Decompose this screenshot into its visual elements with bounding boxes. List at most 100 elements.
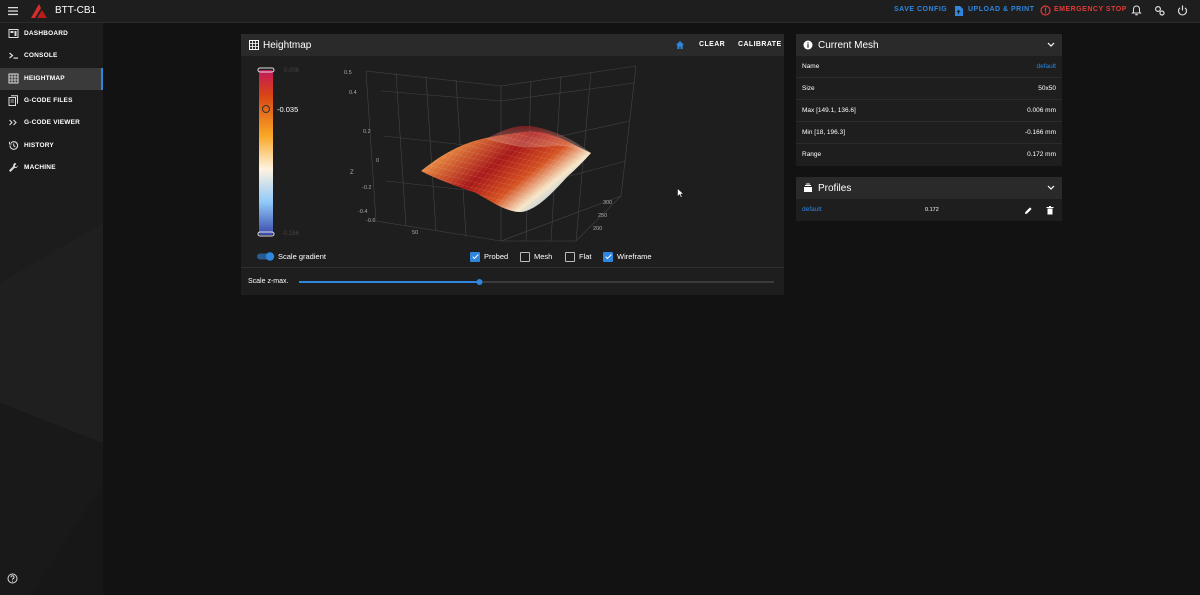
mesh-label: Mesh [534, 252, 553, 261]
save-config-button[interactable]: SAVE CONFIG [894, 6, 947, 13]
grid-icon [8, 73, 19, 84]
sidebar-item-label: HISTORY [24, 142, 54, 149]
profile-name-link[interactable]: default [802, 206, 822, 213]
mesh-name-link[interactable]: default [1036, 63, 1056, 70]
sidebar: DASHBOARD CONSOLE HEIGHTMAP G-CODE FILES… [0, 23, 103, 595]
heightmap-title: Heightmap [263, 40, 312, 51]
z-axis-tick-label: -0.4 [358, 209, 367, 215]
console-icon [9, 52, 18, 59]
home-icon[interactable] [675, 40, 685, 50]
files-icon [8, 95, 18, 106]
mesh-row-key: Min [18, 196.3] [802, 129, 845, 136]
mesh-checkbox[interactable] [520, 252, 530, 262]
y-axis-tick-label: 300 [603, 200, 612, 206]
calibrate-button[interactable]: CALIBRATE [738, 41, 782, 48]
printer-title: BTT-CB1 [55, 5, 97, 16]
sidebar-item-gcode-files[interactable]: G-CODE FILES [0, 90, 103, 112]
y-axis-tick-label: 250 [598, 213, 607, 219]
sidebar-item-label: G-CODE FILES [24, 97, 73, 104]
mesh-row-value: 0.172 mm [1027, 151, 1056, 158]
scale-gradient-label: Scale gradient [278, 252, 326, 261]
scale-gradient-toggle[interactable] [257, 252, 275, 261]
mesh-row-min: Min [18, 196.3] -0.166 mm [796, 122, 1062, 144]
x-axis-ticks: 50 [412, 230, 418, 236]
heightmap-3d-plot[interactable]: 0.5 0.4 0.2 0 -0.2 -0.4 -0.6 Z 300 250 200 50 [336, 61, 686, 251]
z-axis-tick-label: 0.4 [349, 90, 357, 96]
clear-button[interactable]: CLEAR [699, 41, 725, 48]
scale-zmax-slider[interactable] [299, 276, 774, 288]
gradient-min-label: -0.166 [282, 231, 300, 237]
edit-icon[interactable] [1024, 206, 1033, 215]
divider [241, 267, 784, 268]
mesh-row-range: Range 0.172 mm [796, 144, 1062, 165]
profiles-card: Profiles default 0.172 [796, 177, 1062, 221]
dashboard-icon [8, 29, 19, 38]
profiles-title: Profiles [818, 183, 852, 194]
help-icon[interactable] [7, 573, 18, 584]
menu-icon[interactable] [7, 5, 19, 17]
scale-zmax-label: Scale z-max. [248, 278, 289, 285]
sidebar-item-label: MACHINE [24, 164, 56, 171]
sidebar-item-gcode-viewer[interactable]: G-CODE VIEWER [0, 112, 103, 134]
info-icon [803, 40, 813, 50]
klipper-logo-icon [31, 4, 47, 18]
settings-icon[interactable] [1154, 5, 1165, 16]
sidebar-item-console[interactable]: CONSOLE [0, 45, 103, 67]
upload-print-button[interactable]: UPLOAD & PRINT [968, 6, 1035, 13]
wireframe-label: Wireframe [617, 252, 652, 261]
grid-icon [249, 40, 259, 50]
sidebar-item-label: HEIGHTMAP [24, 75, 65, 82]
emergency-stop-button[interactable]: EMERGENCY STOP [1054, 6, 1127, 13]
z-axis-tick-label: -0.6 [366, 218, 375, 224]
gradient-max-label: 0.006 [284, 68, 300, 74]
mesh-row-key: Name [802, 63, 820, 70]
current-mesh-title: Current Mesh [818, 40, 879, 51]
heightmap-card: Heightmap CLEAR CALIBRATE 0.006 -0.035 -… [241, 34, 784, 295]
mesh-wireframe [421, 131, 591, 212]
wireframe-checkbox[interactable] [603, 252, 613, 262]
sidebar-item-dashboard[interactable]: DASHBOARD [0, 23, 103, 45]
upload-icon [955, 6, 963, 16]
flat-checkbox[interactable] [565, 252, 575, 262]
app-bar: BTT-CB1 SAVE CONFIG UPLOAD & PRINT EMERG… [0, 0, 1200, 23]
sidebar-item-label: DASHBOARD [24, 30, 69, 37]
mesh-row-max: Max [149.1, 136.6] 0.006 mm [796, 100, 1062, 122]
z-axis-tick-label: 0.5 [344, 70, 352, 76]
mesh-row-key: Max [149.1, 136.6] [802, 107, 856, 114]
current-mesh-card: Current Mesh Name default Size 50x50 Max… [796, 34, 1062, 166]
mesh-row-key: Size [802, 85, 815, 92]
z-axis-tick-label: 0 [376, 158, 379, 164]
mesh-row-name: Name default [796, 56, 1062, 78]
delete-icon[interactable] [1046, 206, 1054, 215]
mesh-row-value: 50x50 [1038, 85, 1056, 92]
power-icon[interactable] [1177, 5, 1188, 16]
bell-icon[interactable] [1131, 5, 1142, 16]
mesh-row-value: -0.166 mm [1024, 129, 1056, 136]
z-axis-tick-label: -0.2 [362, 185, 371, 191]
sidebar-item-machine[interactable]: MACHINE [0, 157, 103, 179]
z-axis-label: Z [350, 170, 354, 176]
chevron-down-icon[interactable] [1047, 185, 1055, 191]
probed-checkbox[interactable] [470, 252, 480, 262]
y-axis-ticks: 300 250 200 [593, 200, 612, 232]
mouse-cursor-icon [677, 188, 684, 198]
profiles-header: Profiles [796, 177, 1062, 199]
z-axis-ticks: 0.5 0.4 0.2 0 -0.2 -0.4 -0.6 [344, 70, 379, 224]
sidebar-item-label: CONSOLE [24, 52, 58, 59]
current-mesh-header: Current Mesh [796, 34, 1062, 56]
y-axis-tick-label: 200 [593, 226, 602, 232]
sidebar-item-history[interactable]: HISTORY [0, 135, 103, 157]
x-axis-tick-label: 50 [412, 230, 418, 236]
probed-label: Probed [484, 252, 509, 261]
gradient-mid-label: -0.035 [277, 105, 299, 114]
sidebar-item-heightmap[interactable]: HEIGHTMAP [0, 68, 103, 90]
flat-label: Flat [579, 252, 592, 261]
sidebar-item-label: G-CODE VIEWER [24, 119, 81, 126]
chevron-down-icon[interactable] [1047, 42, 1055, 48]
history-icon [9, 141, 19, 150]
profile-row: default 0.172 [796, 199, 1062, 221]
layers-icon [804, 183, 812, 192]
mesh-row-size: Size 50x50 [796, 78, 1062, 100]
color-gradient-scale [257, 67, 275, 237]
wrench-icon [9, 163, 18, 172]
